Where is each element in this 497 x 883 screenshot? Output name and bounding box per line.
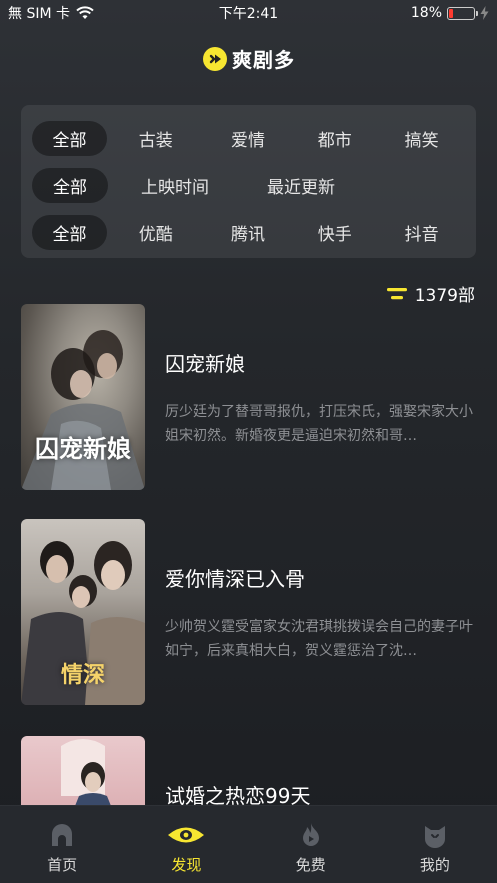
battery-level: [449, 8, 454, 18]
sort-filter-row: 全部 上映时间 最近更新: [32, 162, 465, 209]
platform-chip-all[interactable]: 全部: [32, 215, 107, 250]
home-icon: [52, 824, 73, 846]
drama-description: 厉少廷为了替哥哥报仇，打压宋氏，强娶宋家大小姐宋初然。新婚夜更是逼迫宋初然和哥…: [165, 404, 473, 444]
platform-filter-row: 全部 优酷 腾讯 快手 抖音: [32, 209, 465, 256]
genre-filter-row: 全部 古装 爱情 都市 搞笑: [32, 115, 465, 162]
tab-home-label: 首页: [47, 856, 78, 874]
sort-chip-recently-updated[interactable]: 最近更新: [242, 168, 360, 203]
play-circle-icon: [203, 46, 227, 71]
tab-free-label: 免费: [295, 856, 326, 874]
tab-home[interactable]: 首页: [0, 806, 124, 883]
platform-chip-tencent[interactable]: 腾讯: [205, 215, 292, 250]
drama-poster[interactable]: 情深: [21, 519, 145, 705]
sort-lines-icon: [386, 287, 407, 299]
platform-chip-kuaishou[interactable]: 快手: [291, 215, 378, 250]
drama-description: 少帅贺义霆受富家女沈君琪挑拨误会自己的妻子叶如宁，后来真相大白，贺义霆惩治了沈…: [165, 619, 473, 659]
platform-chip-youku[interactable]: 优酷: [107, 215, 205, 250]
battery-percent: 18%: [410, 5, 442, 21]
filter-panel: 全部 古装 爱情 都市 搞笑 全部 上映时间 最近更新 全部 优酷 腾讯 快手 …: [21, 105, 476, 258]
genre-chip-comedy[interactable]: 搞笑: [378, 121, 465, 156]
tab-mine[interactable]: 我的: [373, 806, 497, 883]
battery-icon: [447, 6, 478, 20]
drama-card[interactable]: 囚宠新娘 囚宠新娘 厉少廷为了替哥哥报仇，打压宋氏，强娶宋家大小姐宋初然。新婚夜…: [21, 304, 481, 490]
tab-mine-label: 我的: [419, 856, 450, 874]
tab-discover-label: 发现: [171, 856, 202, 874]
charging-bolt-icon: [480, 6, 489, 20]
drama-poster[interactable]: 囚宠新娘: [21, 304, 145, 490]
cat-face-icon: [424, 826, 445, 848]
poster-title: 囚宠新娘: [35, 434, 131, 463]
genre-chip-urban[interactable]: 都市: [291, 121, 378, 156]
sort-chip-release-date[interactable]: 上映时间: [108, 168, 242, 203]
fire-icon: [302, 823, 319, 846]
carrier-label: 無 SIM 卡: [8, 6, 70, 22]
result-count-text: 1379部: [414, 286, 475, 306]
result-count: 1379部: [386, 281, 475, 306]
genre-chip-costume[interactable]: 古装: [107, 121, 205, 156]
poster-title: 情深: [60, 661, 105, 688]
drama-card[interactable]: 情深 爱你情深已入骨 少帅贺义霆受富家女沈君琪挑拨误会自己的妻子叶如宁，后来真相…: [21, 519, 481, 705]
app-logo: 爽剧多: [0, 44, 497, 73]
sort-chip-all[interactable]: 全部: [32, 168, 108, 203]
wifi-icon: [76, 6, 94, 19]
brand-name: 爽剧多: [232, 48, 295, 72]
genre-chip-all[interactable]: 全部: [32, 121, 107, 156]
tab-free[interactable]: 免费: [249, 806, 373, 883]
status-bar: 無 SIM 卡 下午2:41 18%: [0, 0, 497, 26]
platform-chip-douyin[interactable]: 抖音: [378, 215, 465, 250]
eye-icon: [168, 827, 205, 843]
genre-chip-romance[interactable]: 爱情: [205, 121, 292, 156]
drama-title[interactable]: 爱你情深已入骨: [165, 563, 305, 592]
tab-discover[interactable]: 发现: [124, 806, 248, 883]
drama-title[interactable]: 囚宠新娘: [165, 348, 245, 377]
tab-bar: 首页 发现 免费 我的: [0, 805, 497, 883]
